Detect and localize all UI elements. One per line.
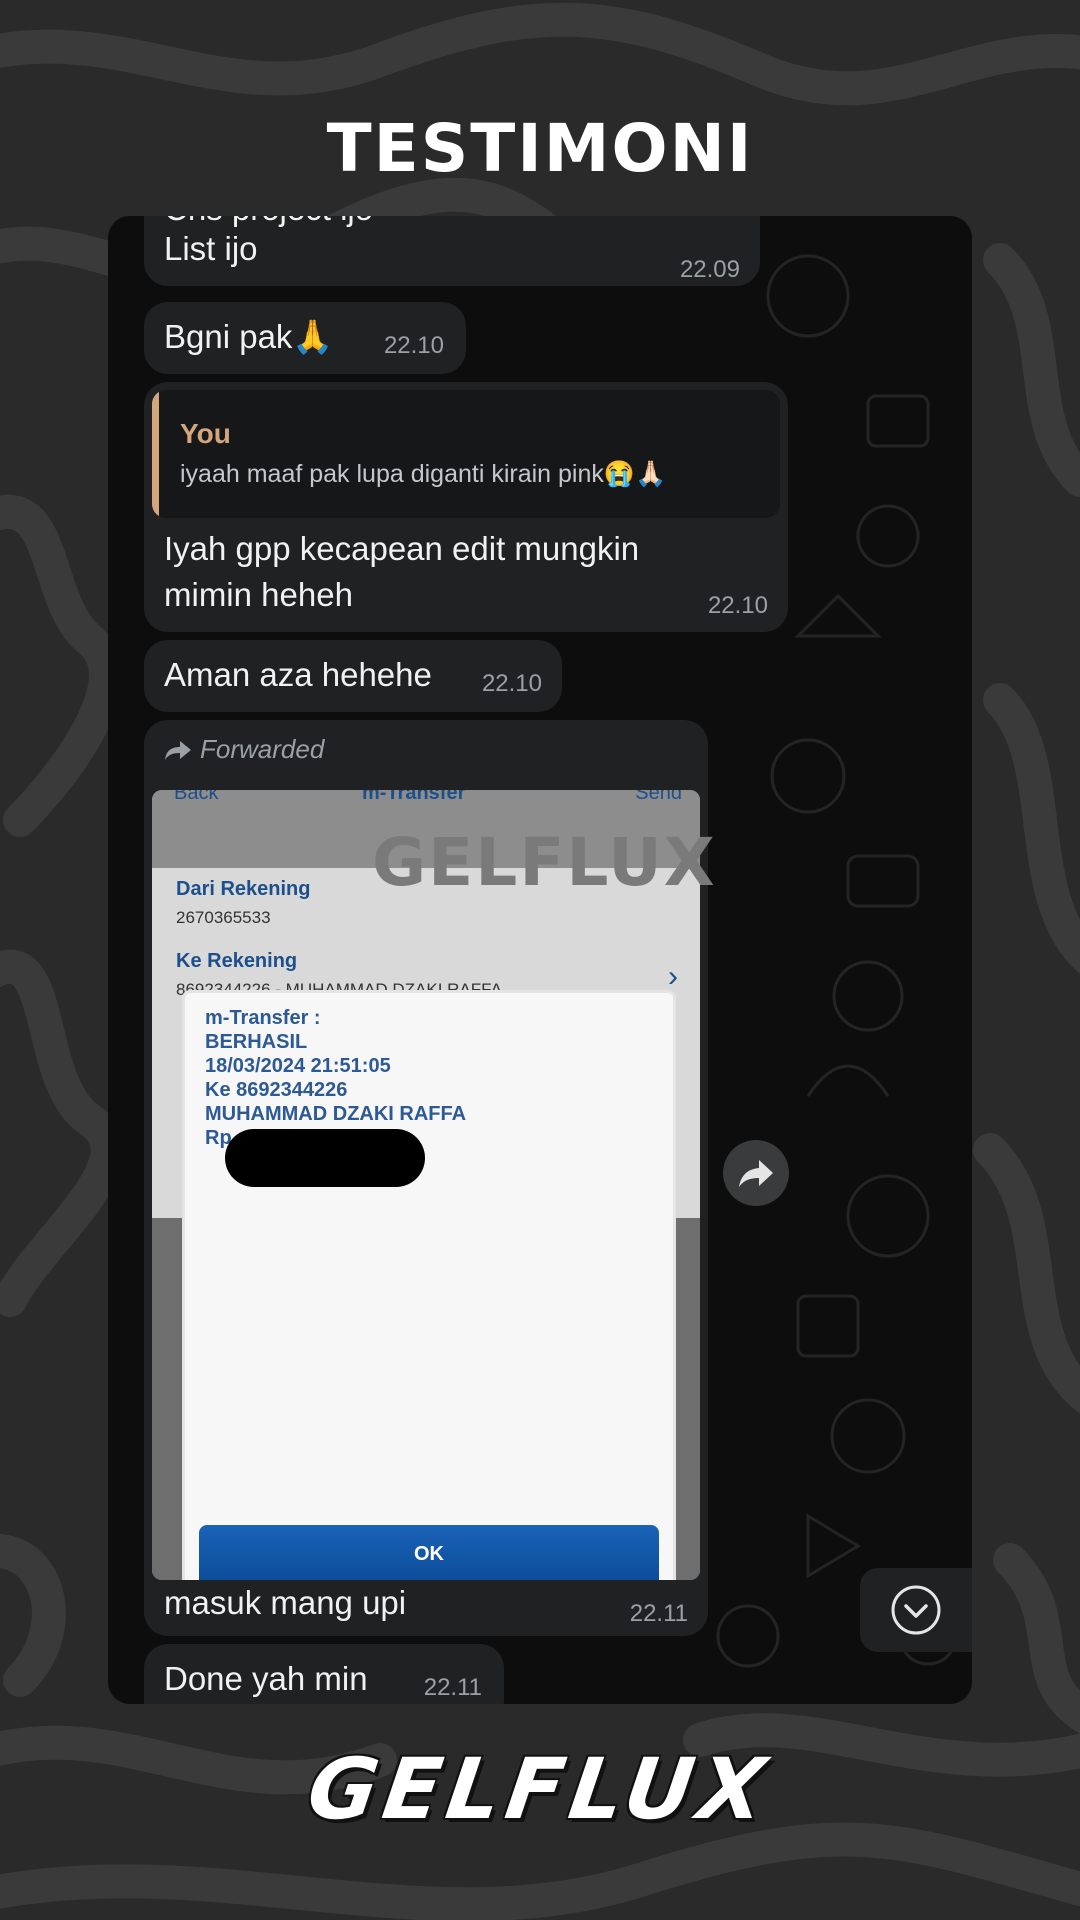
reply-author: You xyxy=(180,418,231,449)
share-button[interactable] xyxy=(723,1140,789,1206)
message-time: 22.09 xyxy=(679,256,740,283)
message-bubble[interactable]: Bgni pak🙏 22.10 xyxy=(144,302,466,374)
transfer-success-dialog: m-Transfer : BERHASIL 18/03/2024 21:51:0… xyxy=(182,990,676,1580)
forwarded-text: Forwarded xyxy=(200,734,325,764)
image-back-label: Back xyxy=(174,790,219,804)
message-time: 22.11 xyxy=(423,1674,482,1701)
from-account-value: 2670365533 xyxy=(176,908,271,927)
message-time: 22.10 xyxy=(707,592,768,619)
message-text-line1: Iyah gpp kecapean edit mungkin xyxy=(164,530,640,567)
scroll-down-button[interactable] xyxy=(860,1568,972,1652)
chevron-right-icon: › xyxy=(668,960,678,993)
to-account-label: Ke Rekening xyxy=(176,950,298,972)
message-time: 22.10 xyxy=(383,332,444,359)
message-bubble[interactable]: Done yah min 22.11 xyxy=(144,1644,504,1704)
dialog-line: BERHASIL xyxy=(205,1031,308,1053)
dialog-line: MUHAMMAD DZAKI RAFFA xyxy=(205,1103,467,1125)
message-text: Bgni pak🙏 xyxy=(164,318,334,355)
message-text: List ijo xyxy=(164,230,258,267)
reply-quote[interactable]: You iyaah maaf pak lupa diganti kirain p… xyxy=(152,390,780,518)
message-text: Done yah min xyxy=(164,1660,368,1697)
dialog-line: m-Transfer : xyxy=(205,1007,321,1029)
footer: GELFLUX xyxy=(0,1740,1080,1838)
watermark: GELFLUX xyxy=(372,824,717,901)
image-title: m-Transfer xyxy=(362,790,466,804)
image-caption: masuk mang upi xyxy=(164,1584,407,1621)
message-text: Aman aza hehehe xyxy=(164,656,432,693)
message-time: 22.11 xyxy=(629,1600,688,1627)
reply-accent-bar xyxy=(152,390,159,518)
redaction-block xyxy=(225,1129,425,1187)
scroll-down-icon xyxy=(891,1585,941,1635)
chat-screenshot: Chs project ijo List ijo 22.09 Bgni pak🙏… xyxy=(108,216,972,1704)
transfer-screenshot-image[interactable]: Back m-Transfer Send Dari Rekening 26703… xyxy=(152,790,700,1580)
dialog-line: 18/03/2024 21:51:05 xyxy=(205,1055,391,1077)
message-bubble[interactable]: You iyaah maaf pak lupa diganti kirain p… xyxy=(144,382,788,632)
page-title: TESTIMONI xyxy=(326,110,754,187)
forward-arrow-icon xyxy=(165,741,191,760)
dialog-line: Ke 8692344226 xyxy=(205,1079,348,1101)
message-text-line2: mimin heheh xyxy=(164,576,353,613)
from-account-label: Dari Rekening xyxy=(176,878,311,900)
ok-button: OK xyxy=(199,1525,659,1580)
reply-text: iyaah maaf pak lupa diganti kirain pink😭… xyxy=(180,460,667,488)
message-time: 22.10 xyxy=(481,670,542,697)
share-icon xyxy=(739,1160,773,1187)
message-bubble[interactable]: Chs project ijo List ijo 22.09 xyxy=(144,216,760,286)
brand-logo: GELFLUX xyxy=(302,1740,778,1838)
message-bubble[interactable]: Aman aza hehehe 22.10 xyxy=(144,640,562,712)
forwarded-label: Forwarded xyxy=(164,734,324,765)
image-send-label: Send xyxy=(635,790,682,804)
